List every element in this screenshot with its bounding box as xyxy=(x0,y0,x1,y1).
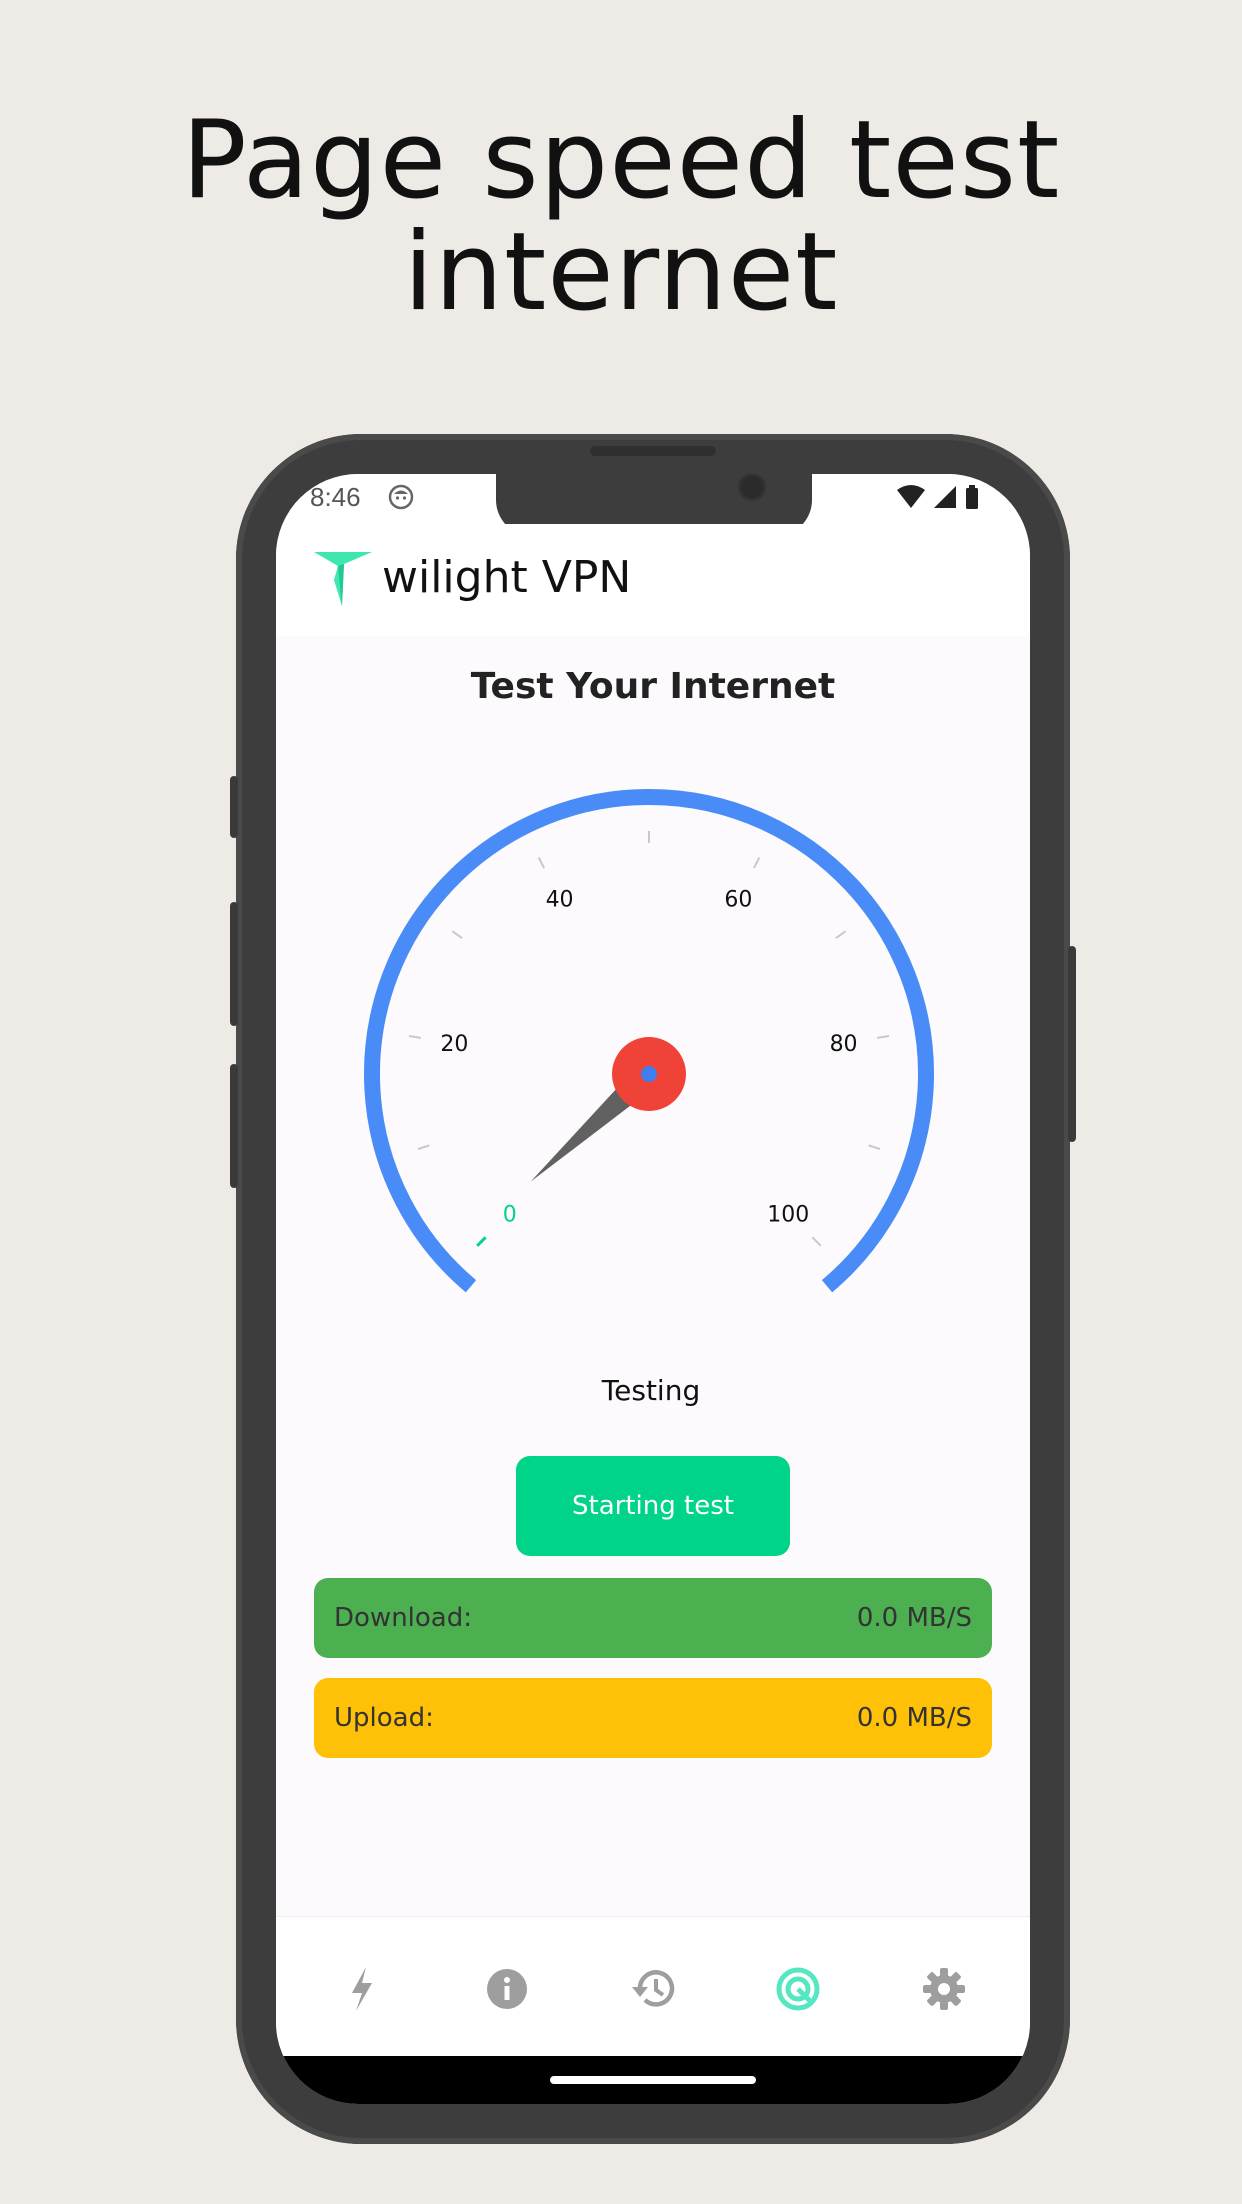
upload-result-bar: Upload: 0.0 MB/S xyxy=(314,1678,992,1758)
gauge-tick-label: 80 xyxy=(830,1032,858,1057)
gauge-tick xyxy=(835,930,847,940)
upload-value: 0.0 MB/S xyxy=(856,1703,972,1733)
speed-test-icon xyxy=(776,1967,820,2011)
home-indicator[interactable] xyxy=(550,2076,756,2084)
phone-side-button xyxy=(230,902,238,1026)
gesture-navigation-bar xyxy=(276,2056,1030,2104)
start-test-button[interactable]: Starting test xyxy=(516,1456,790,1556)
gauge-tick xyxy=(868,1144,881,1151)
gauge-tick xyxy=(408,1034,422,1039)
status-icons xyxy=(896,484,980,510)
gauge-tick-label: 60 xyxy=(724,887,752,912)
gauge-tick xyxy=(811,1236,822,1247)
battery-icon xyxy=(966,485,978,509)
app-bar: wilight VPN xyxy=(276,524,1030,636)
bolt-icon xyxy=(352,1967,372,2011)
gauge-tick xyxy=(451,930,463,940)
nav-item-info[interactable] xyxy=(477,1959,537,2019)
notification-face-icon xyxy=(388,484,414,510)
gauge-tick xyxy=(537,857,546,869)
cellular-signal-icon xyxy=(934,486,956,508)
gauge-tick xyxy=(417,1144,430,1151)
gauge-hub-center xyxy=(641,1066,657,1082)
phone-speaker xyxy=(590,446,716,456)
gear-icon xyxy=(923,1968,965,2010)
headline: Page speed test internet xyxy=(181,98,1061,335)
nav-item-settings[interactable] xyxy=(914,1959,974,2019)
gauge-tick xyxy=(752,857,761,869)
phone-side-button xyxy=(230,776,238,838)
nav-item-connect[interactable] xyxy=(332,1959,392,2019)
nav-item-history[interactable] xyxy=(623,1959,683,2019)
bottom-navigation xyxy=(276,1916,1030,2057)
test-status-label: Testing xyxy=(601,1374,701,1407)
download-value: 0.0 MB/S xyxy=(856,1603,972,1633)
gauge-tick-label: 20 xyxy=(440,1032,468,1057)
wifi-icon xyxy=(897,485,925,508)
history-icon xyxy=(632,1970,675,2007)
gauge-tick-label: 40 xyxy=(546,887,574,912)
speedometer-gauge: 0 20 40 60 80 100 xyxy=(364,789,934,1293)
front-camera xyxy=(741,476,763,498)
gauge-tick xyxy=(876,1034,890,1039)
gauge-tick xyxy=(476,1236,487,1247)
phone-power-button xyxy=(1068,946,1076,1142)
download-label: Download: xyxy=(334,1603,472,1633)
nav-item-speed-test[interactable] xyxy=(768,1959,828,2019)
status-time: 8:46 xyxy=(310,482,361,512)
screen-title: Test Your Internet xyxy=(470,666,836,707)
phone-side-button xyxy=(230,1064,238,1188)
download-result-bar: Download: 0.0 MB/S xyxy=(314,1578,992,1658)
app-logo-icon xyxy=(314,552,372,606)
upload-label: Upload: xyxy=(334,1703,434,1733)
gauge-tick-label: 0 xyxy=(503,1202,517,1227)
info-icon xyxy=(487,1969,527,2009)
app-name: wilight VPN xyxy=(382,552,632,603)
phone-screen: 8:46 wilight VPN Test Your Internet 0 20 4… xyxy=(276,474,1030,2104)
gauge-tick-label: 100 xyxy=(767,1202,809,1227)
